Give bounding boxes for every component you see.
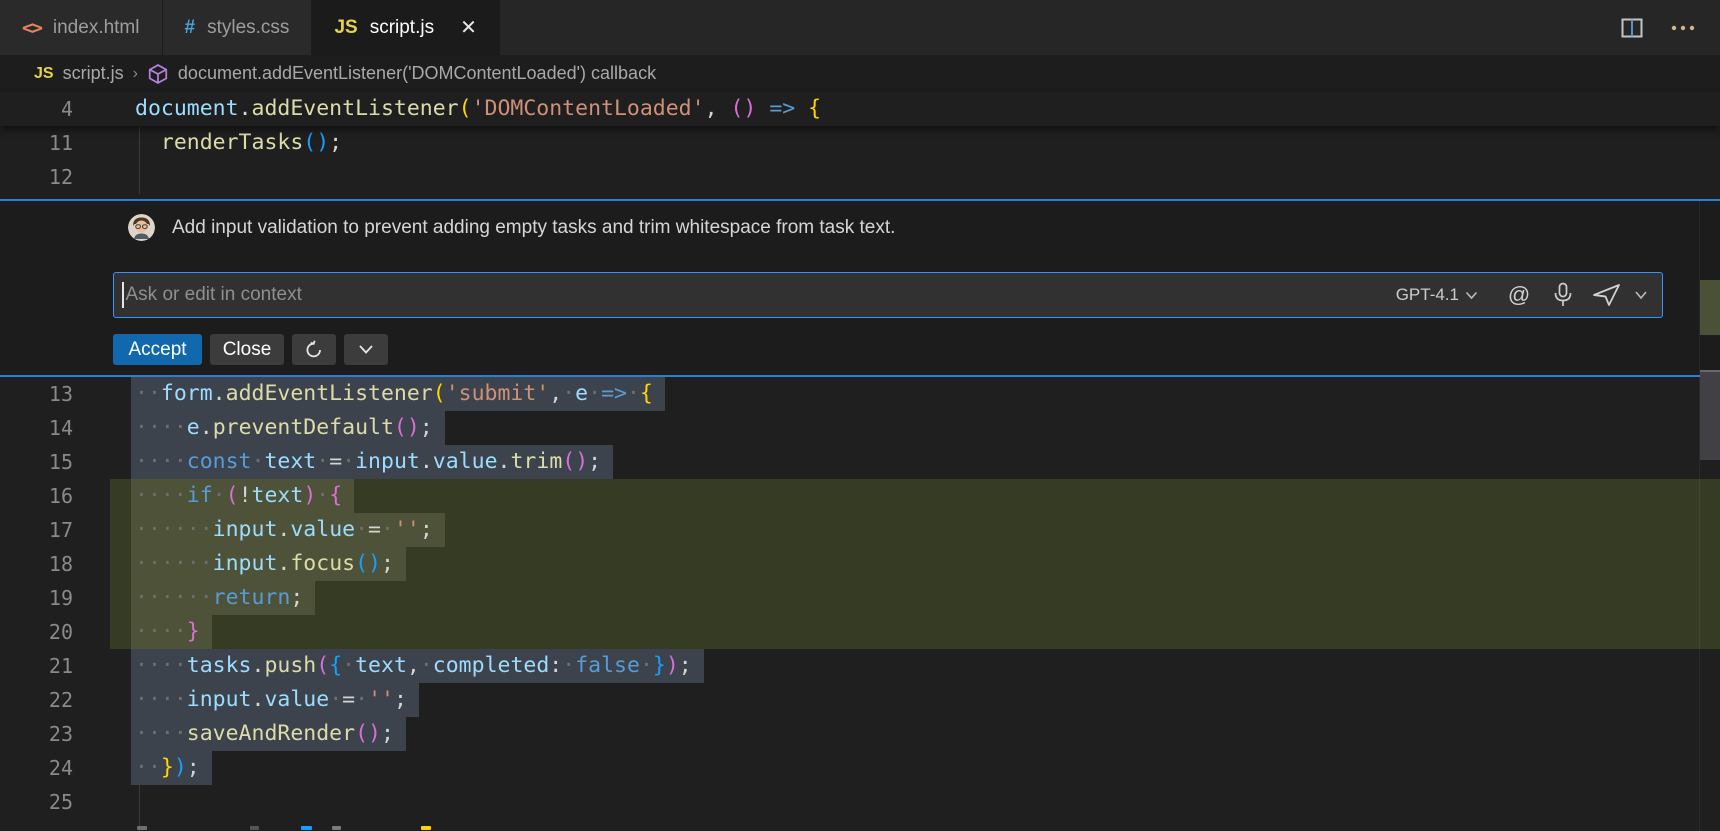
code-line-18[interactable]: 18······input.focus(); <box>0 547 1720 581</box>
tab-index-html[interactable]: <> index.html <box>0 0 163 55</box>
code-text <box>73 160 1720 194</box>
close-button[interactable]: Close <box>210 334 284 365</box>
line-number: 22 <box>0 683 73 717</box>
line-number: 19 <box>0 581 73 615</box>
tab-bar: <> index.html # styles.css JS script.js ✕ <box>0 0 1720 55</box>
line-number: 15 <box>0 445 73 479</box>
tab-label: index.html <box>53 17 140 39</box>
code-text: ······input.value·=·''; <box>73 513 1720 547</box>
line-number: 11 <box>0 126 73 160</box>
split-editor-icon[interactable] <box>1620 16 1644 40</box>
code-text: ······return; <box>73 581 1720 615</box>
insert-change-marker <box>1700 280 1720 335</box>
chat-message-row: Add input validation to prevent adding e… <box>128 214 895 241</box>
code-text: ····saveAndRender(); <box>73 717 1720 751</box>
code-text <box>73 785 1720 819</box>
code-line-23[interactable]: 23····saveAndRender(); <box>0 717 1720 751</box>
code-text: ······input.focus(); <box>73 547 1720 581</box>
line-number: 12 <box>0 160 73 194</box>
model-picker[interactable]: GPT-4.1 <box>1396 285 1478 305</box>
line-number: 4 <box>0 92 73 126</box>
microphone-icon[interactable] <box>1546 280 1580 310</box>
code-text: ····e.preventDefault(); <box>73 411 1720 445</box>
line-number: 14 <box>0 411 73 445</box>
inline-chat-widget: Add input validation to prevent adding e… <box>0 199 1720 377</box>
code-line-11[interactable]: 11 renderTasks(); <box>0 126 1720 160</box>
code-line-14[interactable]: 14····e.preventDefault(); <box>0 411 1720 445</box>
code-line-15[interactable]: 15····const·text·=·input.value.trim(); <box>0 445 1720 479</box>
code-text: renderTasks(); <box>73 126 1720 160</box>
line-number: 20 <box>0 615 73 649</box>
model-label: GPT-4.1 <box>1396 285 1459 305</box>
code-lines-above: 11 renderTasks();12 <box>0 126 1720 194</box>
symbol-cube-icon <box>147 63 169 85</box>
editor-top-region: 4document.addEventListener('DOMContentLo… <box>0 92 1720 194</box>
breadcrumb-separator-icon: › <box>133 65 138 83</box>
editor-actions <box>1620 0 1720 55</box>
code-line-21[interactable]: 21····tasks.push({·text,·completed:·fals… <box>0 649 1720 683</box>
tab-script-js[interactable]: JS script.js ✕ <box>312 0 499 55</box>
cutoff-next-line <box>0 819 1720 831</box>
line-number: 23 <box>0 717 73 751</box>
code-line-16[interactable]: 16····if·(!text)·{ <box>0 479 1720 513</box>
code-text: ····tasks.push({·text,·completed:·false·… <box>73 649 1720 683</box>
breadcrumb: JS script.js › document.addEventListener… <box>0 55 1720 92</box>
code-text: ··}); <box>73 751 1720 785</box>
scrollbar-thumb[interactable] <box>1700 370 1720 460</box>
sticky-scroll-line[interactable]: 4document.addEventListener('DOMContentLo… <box>0 92 1720 126</box>
line-number: 13 <box>0 377 73 411</box>
code-text: document.addEventListener('DOMContentLoa… <box>73 92 1720 126</box>
line-number: 18 <box>0 547 73 581</box>
line-number: 16 <box>0 479 73 513</box>
chat-input[interactable]: Ask or edit in context GPT-4.1 @ <box>113 272 1663 318</box>
rerun-request-button[interactable] <box>292 334 336 365</box>
js-file-icon: JS <box>34 65 54 83</box>
code-text: ····if·(!text)·{ <box>73 479 1720 513</box>
code-line-20[interactable]: 20····} <box>0 615 1720 649</box>
toggle-changes-chevron-button[interactable] <box>344 334 388 365</box>
code-line-25[interactable]: 25 <box>0 785 1720 819</box>
code-line-4[interactable]: 4document.addEventListener('DOMContentLo… <box>0 92 1720 126</box>
line-number: 21 <box>0 649 73 683</box>
code-line-12[interactable]: 12 <box>0 160 1720 194</box>
send-icon[interactable] <box>1590 280 1624 310</box>
code-line-24[interactable]: 24··}); <box>0 751 1720 785</box>
tab-label: styles.css <box>207 17 289 39</box>
tab-styles-css[interactable]: # styles.css <box>163 0 313 55</box>
chat-input-placeholder: Ask or edit in context <box>126 284 1396 306</box>
code-text: ····const·text·=·input.value.trim(); <box>73 445 1720 479</box>
tab-label: script.js <box>370 17 434 39</box>
code-line-17[interactable]: 17······input.value·=·''; <box>0 513 1720 547</box>
more-actions-icon[interactable] <box>1670 16 1696 40</box>
line-number: 17 <box>0 513 73 547</box>
close-tab-icon[interactable]: ✕ <box>460 15 477 40</box>
js-icon: JS <box>334 17 357 39</box>
css-icon: # <box>185 17 196 39</box>
html-icon: <> <box>22 17 41 39</box>
code-line-13[interactable]: 13··form.addEventListener('submit',·e·=>… <box>0 377 1720 411</box>
code-text: ····} <box>73 615 1720 649</box>
user-avatar <box>128 214 155 241</box>
chat-input-toolbar: GPT-4.1 @ <box>1396 280 1662 310</box>
send-options-chevron-icon[interactable] <box>1634 290 1648 300</box>
chevron-down-icon <box>1465 291 1478 300</box>
code-editor[interactable]: 13··form.addEventListener('submit',·e·=>… <box>0 377 1720 831</box>
chat-action-buttons: Accept Close <box>113 334 388 365</box>
line-number: 24 <box>0 751 73 785</box>
overview-ruler <box>1699 199 1720 831</box>
breadcrumb-symbol[interactable]: document.addEventListener('DOMContentLoa… <box>178 63 656 84</box>
accept-button[interactable]: Accept <box>113 334 202 365</box>
code-line-22[interactable]: 22····input.value·=·''; <box>0 683 1720 717</box>
line-number: 25 <box>0 785 73 819</box>
breadcrumb-file[interactable]: script.js <box>63 63 124 84</box>
attach-context-icon[interactable]: @ <box>1502 280 1536 310</box>
code-text: ····input.value·=·''; <box>73 683 1720 717</box>
code-text: ··form.addEventListener('submit',·e·=>·{ <box>73 377 1720 411</box>
vscode-window: <> index.html # styles.css JS script.js ✕ JS s… <box>0 0 1720 831</box>
chat-message-text: Add input validation to prevent adding e… <box>172 217 895 239</box>
code-line-19[interactable]: 19······return; <box>0 581 1720 615</box>
text-caret <box>122 282 124 308</box>
